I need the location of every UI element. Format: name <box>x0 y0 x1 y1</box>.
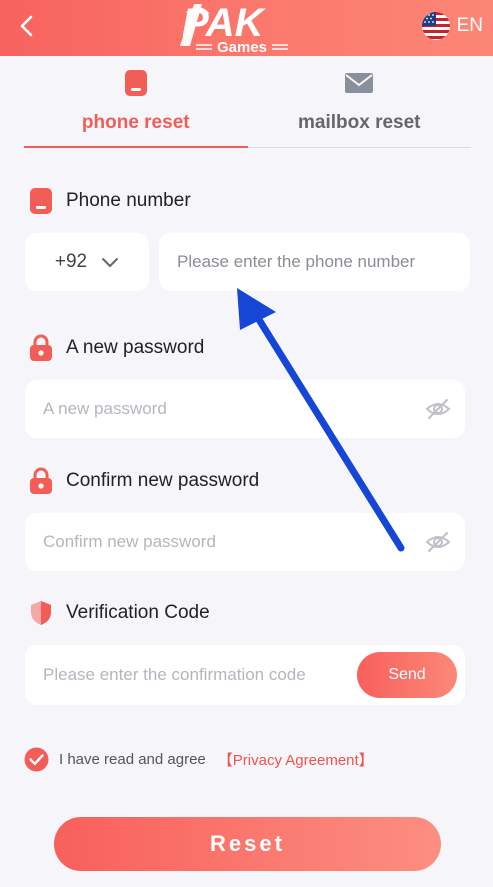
phone-label: Phone number <box>66 190 191 211</box>
tab-phone-reset-label: phone reset <box>81 112 190 133</box>
agreement-row: I have read and agree 【Privacy Agreement… <box>24 747 374 772</box>
reset-method-tabs: phone reset mailbox reset <box>24 56 471 148</box>
envelope-icon <box>345 73 374 93</box>
verification-code-input[interactable] <box>43 645 357 705</box>
language-selector[interactable]: EN <box>421 10 483 42</box>
confirm-password-field <box>25 513 465 571</box>
confirm-password-input[interactable] <box>43 513 425 571</box>
logo: PAK Games <box>180 1 288 56</box>
checkbox-checked-icon[interactable] <box>24 747 49 772</box>
back-arrow-icon[interactable] <box>14 12 42 40</box>
phone-icon <box>124 70 147 96</box>
country-code-select[interactable]: +92 <box>25 233 149 291</box>
country-code-value: +92 <box>54 251 88 272</box>
agreement-text: I have read and agree <box>59 751 206 768</box>
new-password-label: A new password <box>66 337 205 358</box>
confirm-password-label: Confirm new password <box>66 470 260 491</box>
chevron-down-icon <box>102 258 119 267</box>
verification-label: Verification Code <box>66 602 210 623</box>
privacy-agreement-link[interactable]: 【Privacy Agreement】 <box>218 749 374 770</box>
logo-sub-text: Games <box>217 39 267 56</box>
phone-icon <box>30 188 52 214</box>
lock-icon <box>30 467 52 494</box>
shield-icon <box>31 601 51 625</box>
tab-phone-reset[interactable]: phone reset <box>24 56 248 148</box>
new-password-field <box>25 380 465 438</box>
phone-number-field <box>159 233 470 291</box>
verification-code-field: Send <box>25 645 465 705</box>
confirm-password-label-row: Confirm new password <box>28 467 259 495</box>
tab-mailbox-reset-label: mailbox reset <box>298 112 421 133</box>
verification-label-row: Verification Code <box>28 599 210 627</box>
eye-off-icon[interactable] <box>425 396 451 422</box>
send-code-button[interactable]: Send <box>357 652 457 698</box>
lock-icon <box>30 334 52 361</box>
new-password-input[interactable] <box>43 380 425 438</box>
new-password-label-row: A new password <box>28 334 204 362</box>
eye-off-icon[interactable] <box>425 529 451 555</box>
language-label: EN <box>456 15 483 36</box>
phone-label-row: Phone number <box>28 186 191 216</box>
header: PAK Games EN <box>0 0 493 56</box>
phone-number-input[interactable] <box>177 233 470 291</box>
us-flag-icon <box>421 12 450 40</box>
tab-mailbox-reset[interactable]: mailbox reset <box>248 56 472 147</box>
reset-button[interactable]: Reset <box>54 817 441 871</box>
